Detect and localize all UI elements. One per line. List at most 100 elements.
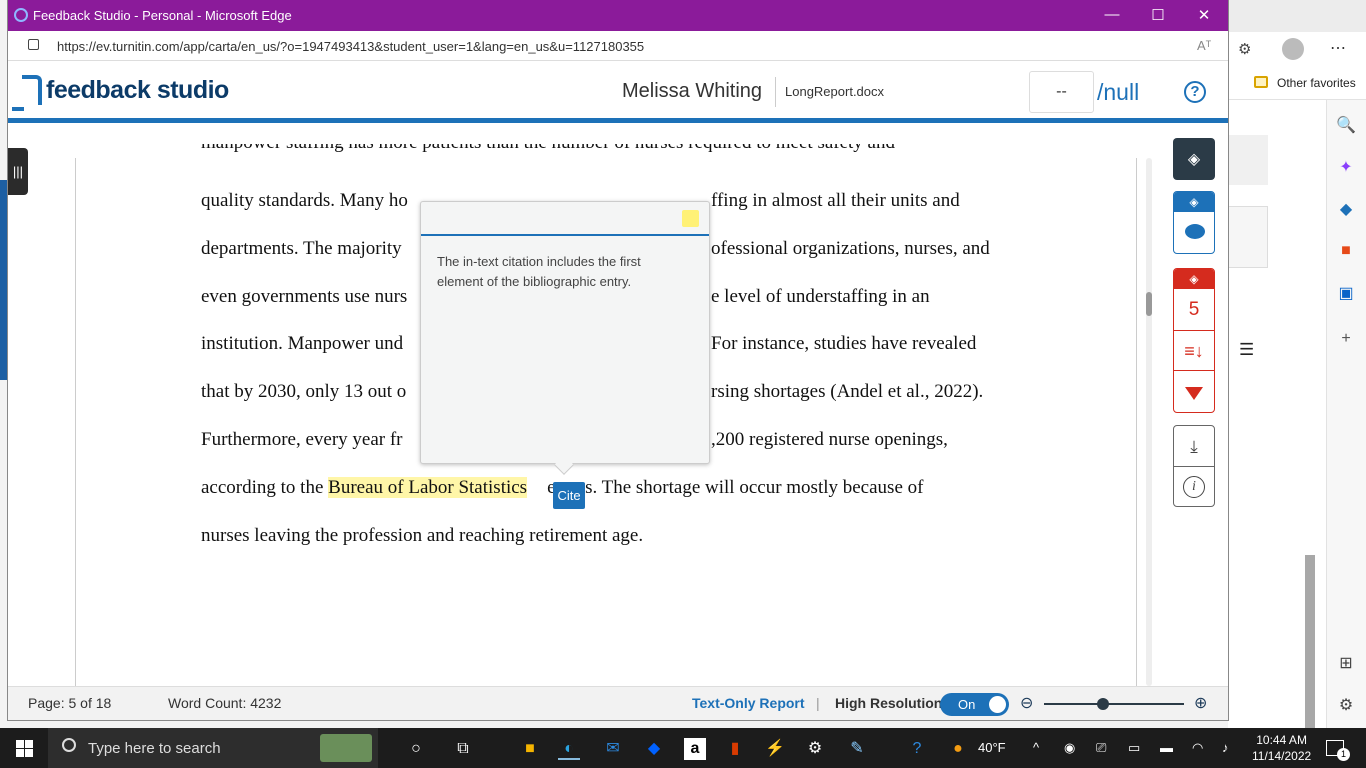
- search-highlight-image: [320, 734, 372, 762]
- tools-panel: ⤓ i: [1173, 425, 1215, 507]
- feedback-studio-header: feedback studio Melissa Whiting LongRepo…: [8, 61, 1228, 123]
- search-placeholder: Type here to search: [88, 740, 221, 757]
- comment-icon[interactable]: [1185, 224, 1205, 239]
- doc-line-cut: manpower staffing has more patients than…: [201, 144, 961, 154]
- score-input[interactable]: --: [1029, 71, 1094, 113]
- taskbar: Type here to search ○ ⧉ ■ ◐ ✉ ◆ a ▮ ⚡ ⚙ …: [0, 728, 1366, 768]
- list-icon[interactable]: ☰: [1239, 340, 1257, 359]
- doc-line: nurses leaving the profession and reachi…: [201, 525, 644, 546]
- extensions-icon[interactable]: ⚙: [1238, 40, 1251, 58]
- other-favorites-link[interactable]: Other favorites: [1277, 76, 1356, 90]
- settings-icon[interactable]: ⚙: [1335, 694, 1357, 716]
- popup-message: The in-text citation includes the first …: [437, 254, 641, 289]
- office-icon[interactable]: ■: [1335, 240, 1357, 262]
- search-icon[interactable]: 🔍: [1335, 114, 1357, 136]
- mail-icon[interactable]: ✉: [602, 738, 624, 760]
- doc-line-right: ofessional organizations, nurses, and: [711, 238, 990, 259]
- amazon-icon[interactable]: a: [684, 738, 706, 760]
- battery-icon[interactable]: ▬: [1160, 740, 1173, 755]
- popup-header: [421, 202, 709, 236]
- text-only-report-link[interactable]: Text-Only Report: [692, 695, 805, 711]
- instructor-feedback-panel: ◈: [1173, 191, 1215, 254]
- wifi-icon[interactable]: ◠: [1192, 740, 1203, 756]
- layers-icon: ◈: [1174, 192, 1214, 212]
- background-panel: [1228, 135, 1268, 185]
- taskbar-search[interactable]: Type here to search: [48, 728, 378, 768]
- doc-line: institution. Manpower und: [201, 333, 404, 354]
- sticky-note-icon[interactable]: [682, 210, 699, 227]
- sort-icon[interactable]: ≡↓: [1174, 331, 1214, 371]
- dropbox-icon[interactable]: ◆: [643, 738, 665, 760]
- outer-scrollbar[interactable]: [1302, 100, 1318, 768]
- store-icon[interactable]: ■: [519, 738, 541, 760]
- copilot-icon[interactable]: ✦: [1335, 156, 1357, 178]
- url-field[interactable]: https://ev.turnitin.com/app/carta/en_us/…: [57, 39, 644, 54]
- download-icon[interactable]: ⤓: [1174, 426, 1214, 467]
- shopping-icon[interactable]: ◆: [1335, 198, 1357, 220]
- zoom-in-icon[interactable]: ⊕: [1194, 693, 1207, 713]
- cite-tag[interactable]: Cite: [553, 482, 585, 509]
- doc-line: that by 2030, only 13 out o: [201, 381, 407, 402]
- date: 11/14/2022: [1252, 749, 1312, 763]
- close-icon[interactable]: ✕: [1194, 6, 1214, 24]
- file-name: LongReport.docx: [785, 84, 885, 99]
- weather-temp[interactable]: 40°F: [978, 740, 1006, 755]
- favorites-bar: Other favorites: [1228, 68, 1366, 100]
- outlook-icon[interactable]: ▣: [1335, 282, 1357, 304]
- maximize-icon[interactable]: ☐: [1148, 6, 1168, 24]
- lock-icon[interactable]: [28, 39, 39, 50]
- title-bar: Feedback Studio - Personal - Microsoft E…: [8, 0, 1228, 31]
- office-icon[interactable]: ▮: [724, 738, 746, 760]
- document-viewer: ||| manpower staffing has more patients …: [8, 128, 1228, 686]
- toggle-knob: [989, 696, 1006, 713]
- zoom-slider-knob[interactable]: [1097, 698, 1109, 710]
- edge-icon[interactable]: ◐: [558, 738, 580, 760]
- logo-mark-icon: [12, 75, 42, 111]
- help-tips-icon[interactable]: ?: [906, 738, 928, 760]
- tray-status-icon[interactable]: ◉: [1064, 740, 1075, 756]
- layers-button[interactable]: ◈: [1173, 138, 1215, 180]
- tray-display-icon[interactable]: ▭: [1128, 740, 1140, 756]
- app-icon: [14, 8, 28, 22]
- layers-icon: ◈: [1187, 151, 1201, 168]
- layers-icon: ◈: [1174, 269, 1214, 289]
- volume-icon[interactable]: ♪: [1222, 740, 1229, 755]
- add-icon[interactable]: +: [1335, 328, 1357, 350]
- doc-line-right: ,200 registered nurse openings,: [711, 429, 948, 450]
- highlighted-citation[interactable]: Bureau of Labor Statistics: [328, 477, 528, 498]
- weather-icon: ●: [953, 740, 963, 757]
- split-screen-icon[interactable]: ⊞: [1335, 652, 1357, 674]
- start-button[interactable]: [16, 740, 33, 757]
- footer-separator: |: [816, 695, 820, 711]
- task-view-icon[interactable]: ⧉: [452, 738, 474, 760]
- student-name: Melissa Whiting: [622, 80, 763, 102]
- flags-count[interactable]: 5: [1174, 289, 1214, 331]
- filter-icon[interactable]: [1185, 387, 1203, 400]
- high-resolution-label: High Resolution: [835, 695, 943, 711]
- info-icon[interactable]: i: [1183, 476, 1205, 498]
- zoom-slider[interactable]: [1044, 698, 1184, 710]
- bolt-icon[interactable]: ⚡: [764, 738, 786, 760]
- tray-chevron-icon[interactable]: ^: [1033, 740, 1039, 755]
- left-panel-toggle[interactable]: |||: [8, 148, 28, 195]
- help-icon[interactable]: ?: [1184, 81, 1206, 103]
- background-panel: [1228, 206, 1268, 268]
- doc-line: even governments use nurs: [201, 286, 408, 307]
- paint-icon[interactable]: ✎: [846, 738, 868, 760]
- doc-line-right: rsing shortages (Andel et al., 2022).: [711, 381, 984, 402]
- read-aloud-icon[interactable]: Aᵀ: [1197, 38, 1211, 53]
- tray-device-icon[interactable]: ⎚: [1096, 740, 1106, 756]
- folder-icon: [1254, 76, 1268, 88]
- address-bar: https://ev.turnitin.com/app/carta/en_us/…: [8, 31, 1228, 61]
- document-scroll-thumb[interactable]: [1146, 292, 1152, 316]
- zoom-out-icon[interactable]: ⊖: [1020, 693, 1033, 713]
- cortana-icon[interactable]: ○: [405, 738, 427, 760]
- high-resolution-toggle[interactable]: On: [940, 693, 1009, 716]
- doc-line-right: ffing in almost all their units and: [711, 190, 960, 211]
- profile-avatar[interactable]: [1282, 38, 1304, 60]
- clock[interactable]: 10:44 AM 11/14/2022: [1252, 732, 1311, 764]
- settings-icon[interactable]: ⚙: [804, 738, 826, 760]
- minimize-icon[interactable]: —: [1102, 6, 1122, 23]
- document-scrollbar[interactable]: [1146, 158, 1152, 686]
- more-menu-icon[interactable]: ⋯: [1330, 38, 1346, 58]
